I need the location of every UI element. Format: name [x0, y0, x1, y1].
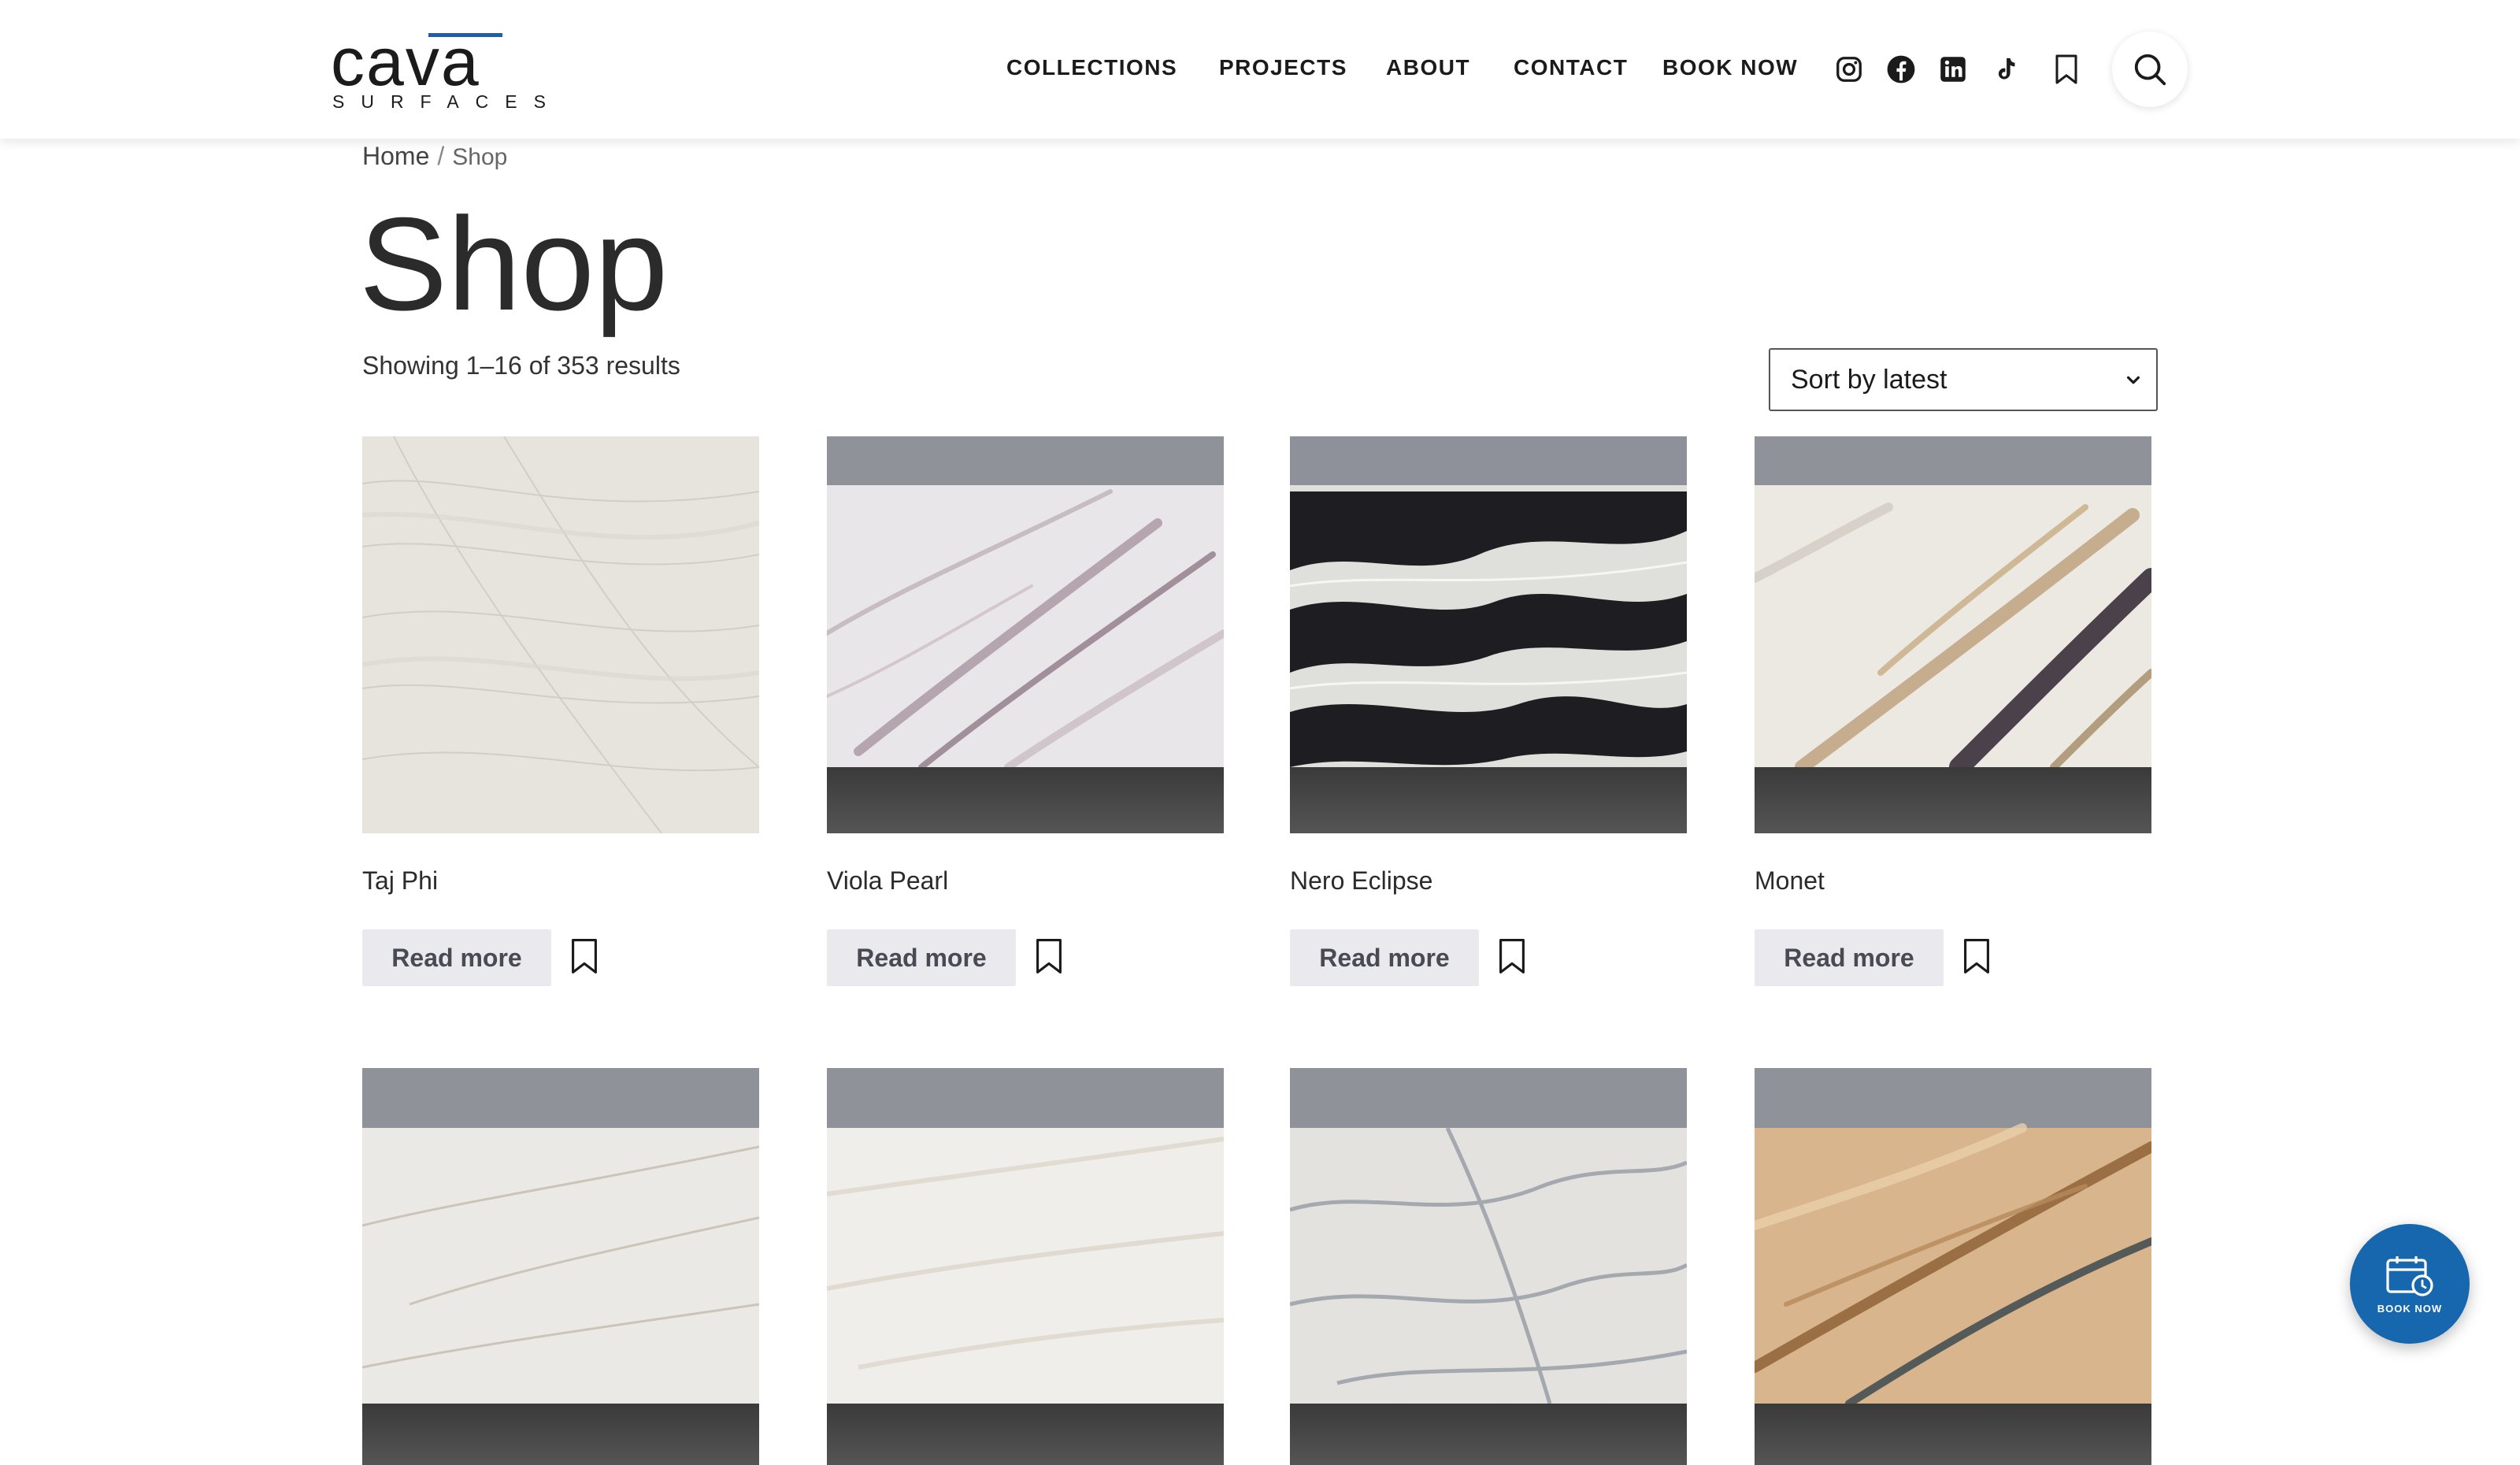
bookmark-icon[interactable] — [1033, 937, 1065, 975]
product-card — [1290, 1068, 1687, 1465]
product-image[interactable] — [1290, 436, 1687, 833]
sort-selected-value: Sort by latest — [1791, 364, 1947, 395]
product-name[interactable]: Taj Phi — [362, 866, 438, 896]
product-name[interactable]: Viola Pearl — [827, 866, 948, 896]
product-name[interactable]: Monet — [1755, 866, 1825, 896]
site-header: cava SURFACES COLLECTIONS PROJECTS ABOUT… — [0, 0, 2520, 139]
logo-subtitle: SURFACES — [332, 91, 562, 112]
read-more-button[interactable]: Read more — [827, 929, 1016, 986]
search-icon — [2134, 54, 2166, 86]
product-image[interactable] — [362, 436, 759, 833]
breadcrumb-current: Shop — [452, 144, 508, 170]
product-image[interactable] — [1290, 1068, 1687, 1465]
nav-about[interactable]: ABOUT — [1386, 55, 1470, 80]
bookmark-icon[interactable] — [569, 937, 600, 975]
product-card: Monet Read more — [1755, 436, 2151, 986]
bookmark-icon[interactable] — [2049, 52, 2084, 87]
floating-book-button[interactable]: BOOK NOW — [2350, 1224, 2470, 1344]
nav-collections[interactable]: COLLECTIONS — [1006, 55, 1177, 80]
product-image[interactable] — [362, 1068, 759, 1465]
instagram-icon[interactable] — [1832, 52, 1866, 87]
nav-contact[interactable]: CONTACT — [1514, 55, 1628, 80]
product-image[interactable] — [1755, 1068, 2151, 1465]
product-card: Viola Pearl Read more — [827, 436, 1224, 986]
page-title: Shop — [359, 190, 669, 338]
breadcrumb: Home / Shop — [362, 142, 507, 171]
linkedin-icon[interactable] — [1936, 52, 1970, 87]
read-more-button[interactable]: Read more — [1755, 929, 1944, 986]
logo[interactable]: cava SURFACES — [331, 24, 546, 115]
facebook-icon[interactable] — [1884, 52, 1918, 87]
bookmark-icon[interactable] — [1961, 937, 1992, 975]
product-image[interactable] — [1755, 436, 2151, 833]
calendar-clock-icon — [2386, 1255, 2433, 1296]
sort-select[interactable]: Sort by latest — [1769, 348, 2158, 411]
nav-book-now[interactable]: BOOK NOW — [1662, 55, 1798, 80]
chevron-down-icon — [2126, 376, 2140, 384]
product-card — [1755, 1068, 2151, 1465]
product-card: Taj Phi Read more — [362, 436, 759, 986]
read-more-button[interactable]: Read more — [362, 929, 551, 986]
product-name[interactable]: Nero Eclipse — [1290, 866, 1432, 896]
tiktok-icon[interactable] — [1988, 52, 2022, 87]
product-card — [362, 1068, 759, 1465]
breadcrumb-separator: / — [437, 142, 445, 170]
product-card: Nero Eclipse Read more — [1290, 436, 1687, 986]
product-card — [827, 1068, 1224, 1465]
product-image[interactable] — [827, 1068, 1224, 1465]
logo-word: cava — [331, 24, 480, 100]
bookmark-icon[interactable] — [1496, 937, 1528, 975]
read-more-button[interactable]: Read more — [1290, 929, 1479, 986]
search-button[interactable] — [2112, 32, 2188, 107]
product-image[interactable] — [827, 436, 1224, 833]
nav-projects[interactable]: PROJECTS — [1219, 55, 1347, 80]
breadcrumb-home[interactable]: Home — [362, 142, 429, 170]
floating-book-label: BOOK NOW — [2377, 1302, 2443, 1315]
result-count: Showing 1–16 of 353 results — [362, 351, 680, 380]
